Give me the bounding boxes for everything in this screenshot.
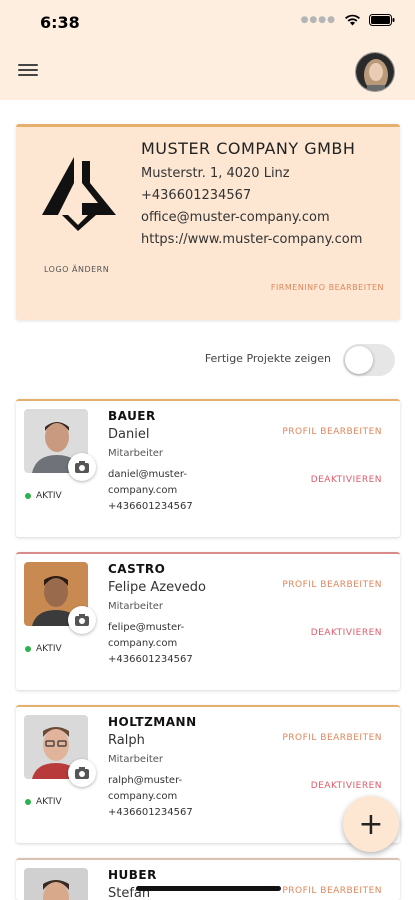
- employee-phone: +436601234567: [108, 807, 193, 818]
- show-finished-projects-toggle[interactable]: [343, 344, 395, 376]
- employee-email-line1: daniel@muster-: [108, 469, 187, 480]
- company-address: Musterstr. 1, 4020 Linz: [141, 166, 290, 181]
- company-email: office@muster-company.com: [141, 210, 330, 225]
- employee-first-name: Ralph: [108, 733, 145, 748]
- status-badge: AKTIV: [25, 644, 62, 654]
- status-dot: [25, 799, 31, 805]
- deactivate-button[interactable]: DEAKTIVIEREN: [311, 475, 382, 485]
- employee-email-line2: company.com: [108, 485, 178, 496]
- edit-company-button[interactable]: FIRMENINFO BEARBEITEN: [271, 283, 384, 292]
- status-text: AKTIV: [36, 644, 62, 654]
- app-header: [0, 44, 415, 100]
- employee-info: CASTRO Felipe Azevedo Mitarbeiter felipe…: [108, 562, 268, 668]
- employee-email-line1: felipe@muster-: [108, 622, 185, 633]
- employee-first-name: Daniel: [108, 427, 150, 442]
- company-card: LOGO ÄNDERN MUSTER COMPANY GMBH Musterst…: [16, 124, 400, 320]
- toggle-knob: [345, 346, 373, 374]
- status-text: AKTIV: [36, 797, 62, 807]
- show-finished-projects-row: Fertige Projekte zeigen: [0, 340, 415, 380]
- edit-profile-button[interactable]: PROFIL BEARBEITEN: [282, 580, 382, 590]
- company-phone: +436601234567: [141, 188, 252, 203]
- home-indicator: [136, 886, 281, 891]
- status-badge: AKTIV: [25, 797, 62, 807]
- camera-icon[interactable]: [68, 606, 96, 634]
- employee-info: HUBER Stefan: [108, 868, 268, 900]
- employee-role: Mitarbeiter: [108, 754, 164, 765]
- employee-info: HOLTZMANN Ralph Mitarbeiter ralph@muster…: [108, 715, 268, 821]
- company-logo: [38, 153, 120, 233]
- employee-photo: [24, 868, 88, 900]
- employee-last-name: BAUER: [108, 409, 156, 423]
- status-dot: [25, 493, 31, 499]
- employee-email-line1: ralph@muster-: [108, 775, 183, 786]
- employee-first-name: Felipe Azevedo: [108, 580, 206, 595]
- user-avatar[interactable]: [355, 52, 395, 92]
- employee-phone: +436601234567: [108, 654, 193, 665]
- employee-email-line2: company.com: [108, 638, 178, 649]
- edit-profile-button[interactable]: PROFIL BEARBEITEN: [282, 427, 382, 437]
- employee-last-name: CASTRO: [108, 562, 166, 576]
- status-dot: [25, 646, 31, 652]
- employee-role: Mitarbeiter: [108, 448, 164, 459]
- edit-profile-button[interactable]: PROFIL BEARBEITEN: [282, 733, 382, 743]
- add-employee-button[interactable]: +: [343, 796, 399, 852]
- company-name: MUSTER COMPANY GMBH: [141, 139, 356, 158]
- company-info: MUSTER COMPANY GMBH Musterstr. 1, 4020 L…: [141, 139, 362, 254]
- employee-email-line2: company.com: [108, 791, 178, 802]
- employee-phone: +436601234567: [108, 501, 193, 512]
- camera-icon[interactable]: [68, 453, 96, 481]
- status-time: 6:38: [40, 13, 80, 32]
- deactivate-button[interactable]: DEAKTIVIEREN: [311, 628, 382, 638]
- status-icons: ●●●●: [301, 14, 395, 26]
- hamburger-menu-icon[interactable]: [18, 64, 38, 78]
- signal-icon: ●●●●: [300, 15, 336, 25]
- wifi-icon: [344, 14, 361, 26]
- employee-card: AKTIV BAUER Daniel Mitarbeiter daniel@mu…: [16, 399, 400, 537]
- employee-last-name: HUBER: [108, 868, 157, 882]
- show-finished-projects-label: Fertige Projekte zeigen: [204, 352, 331, 365]
- employee-role: Mitarbeiter: [108, 601, 164, 612]
- employee-last-name: HOLTZMANN: [108, 715, 197, 729]
- status-text: AKTIV: [36, 491, 62, 501]
- employee-card: HUBER Stefan PROFIL BEARBEITEN: [16, 858, 400, 900]
- employee-card: AKTIV CASTRO Felipe Azevedo Mitarbeiter …: [16, 552, 400, 690]
- battery-icon: [369, 14, 395, 26]
- status-badge: AKTIV: [25, 491, 62, 501]
- edit-profile-button[interactable]: PROFIL BEARBEITEN: [282, 886, 382, 896]
- company-website: https://www.muster-company.com: [141, 232, 363, 247]
- change-logo-link[interactable]: LOGO ÄNDERN: [44, 265, 109, 274]
- camera-icon[interactable]: [68, 759, 96, 787]
- deactivate-button[interactable]: DEAKTIVIEREN: [311, 781, 382, 791]
- status-bar: 6:38 ●●●●: [0, 0, 415, 44]
- employee-info: BAUER Daniel Mitarbeiter daniel@muster- …: [108, 409, 268, 515]
